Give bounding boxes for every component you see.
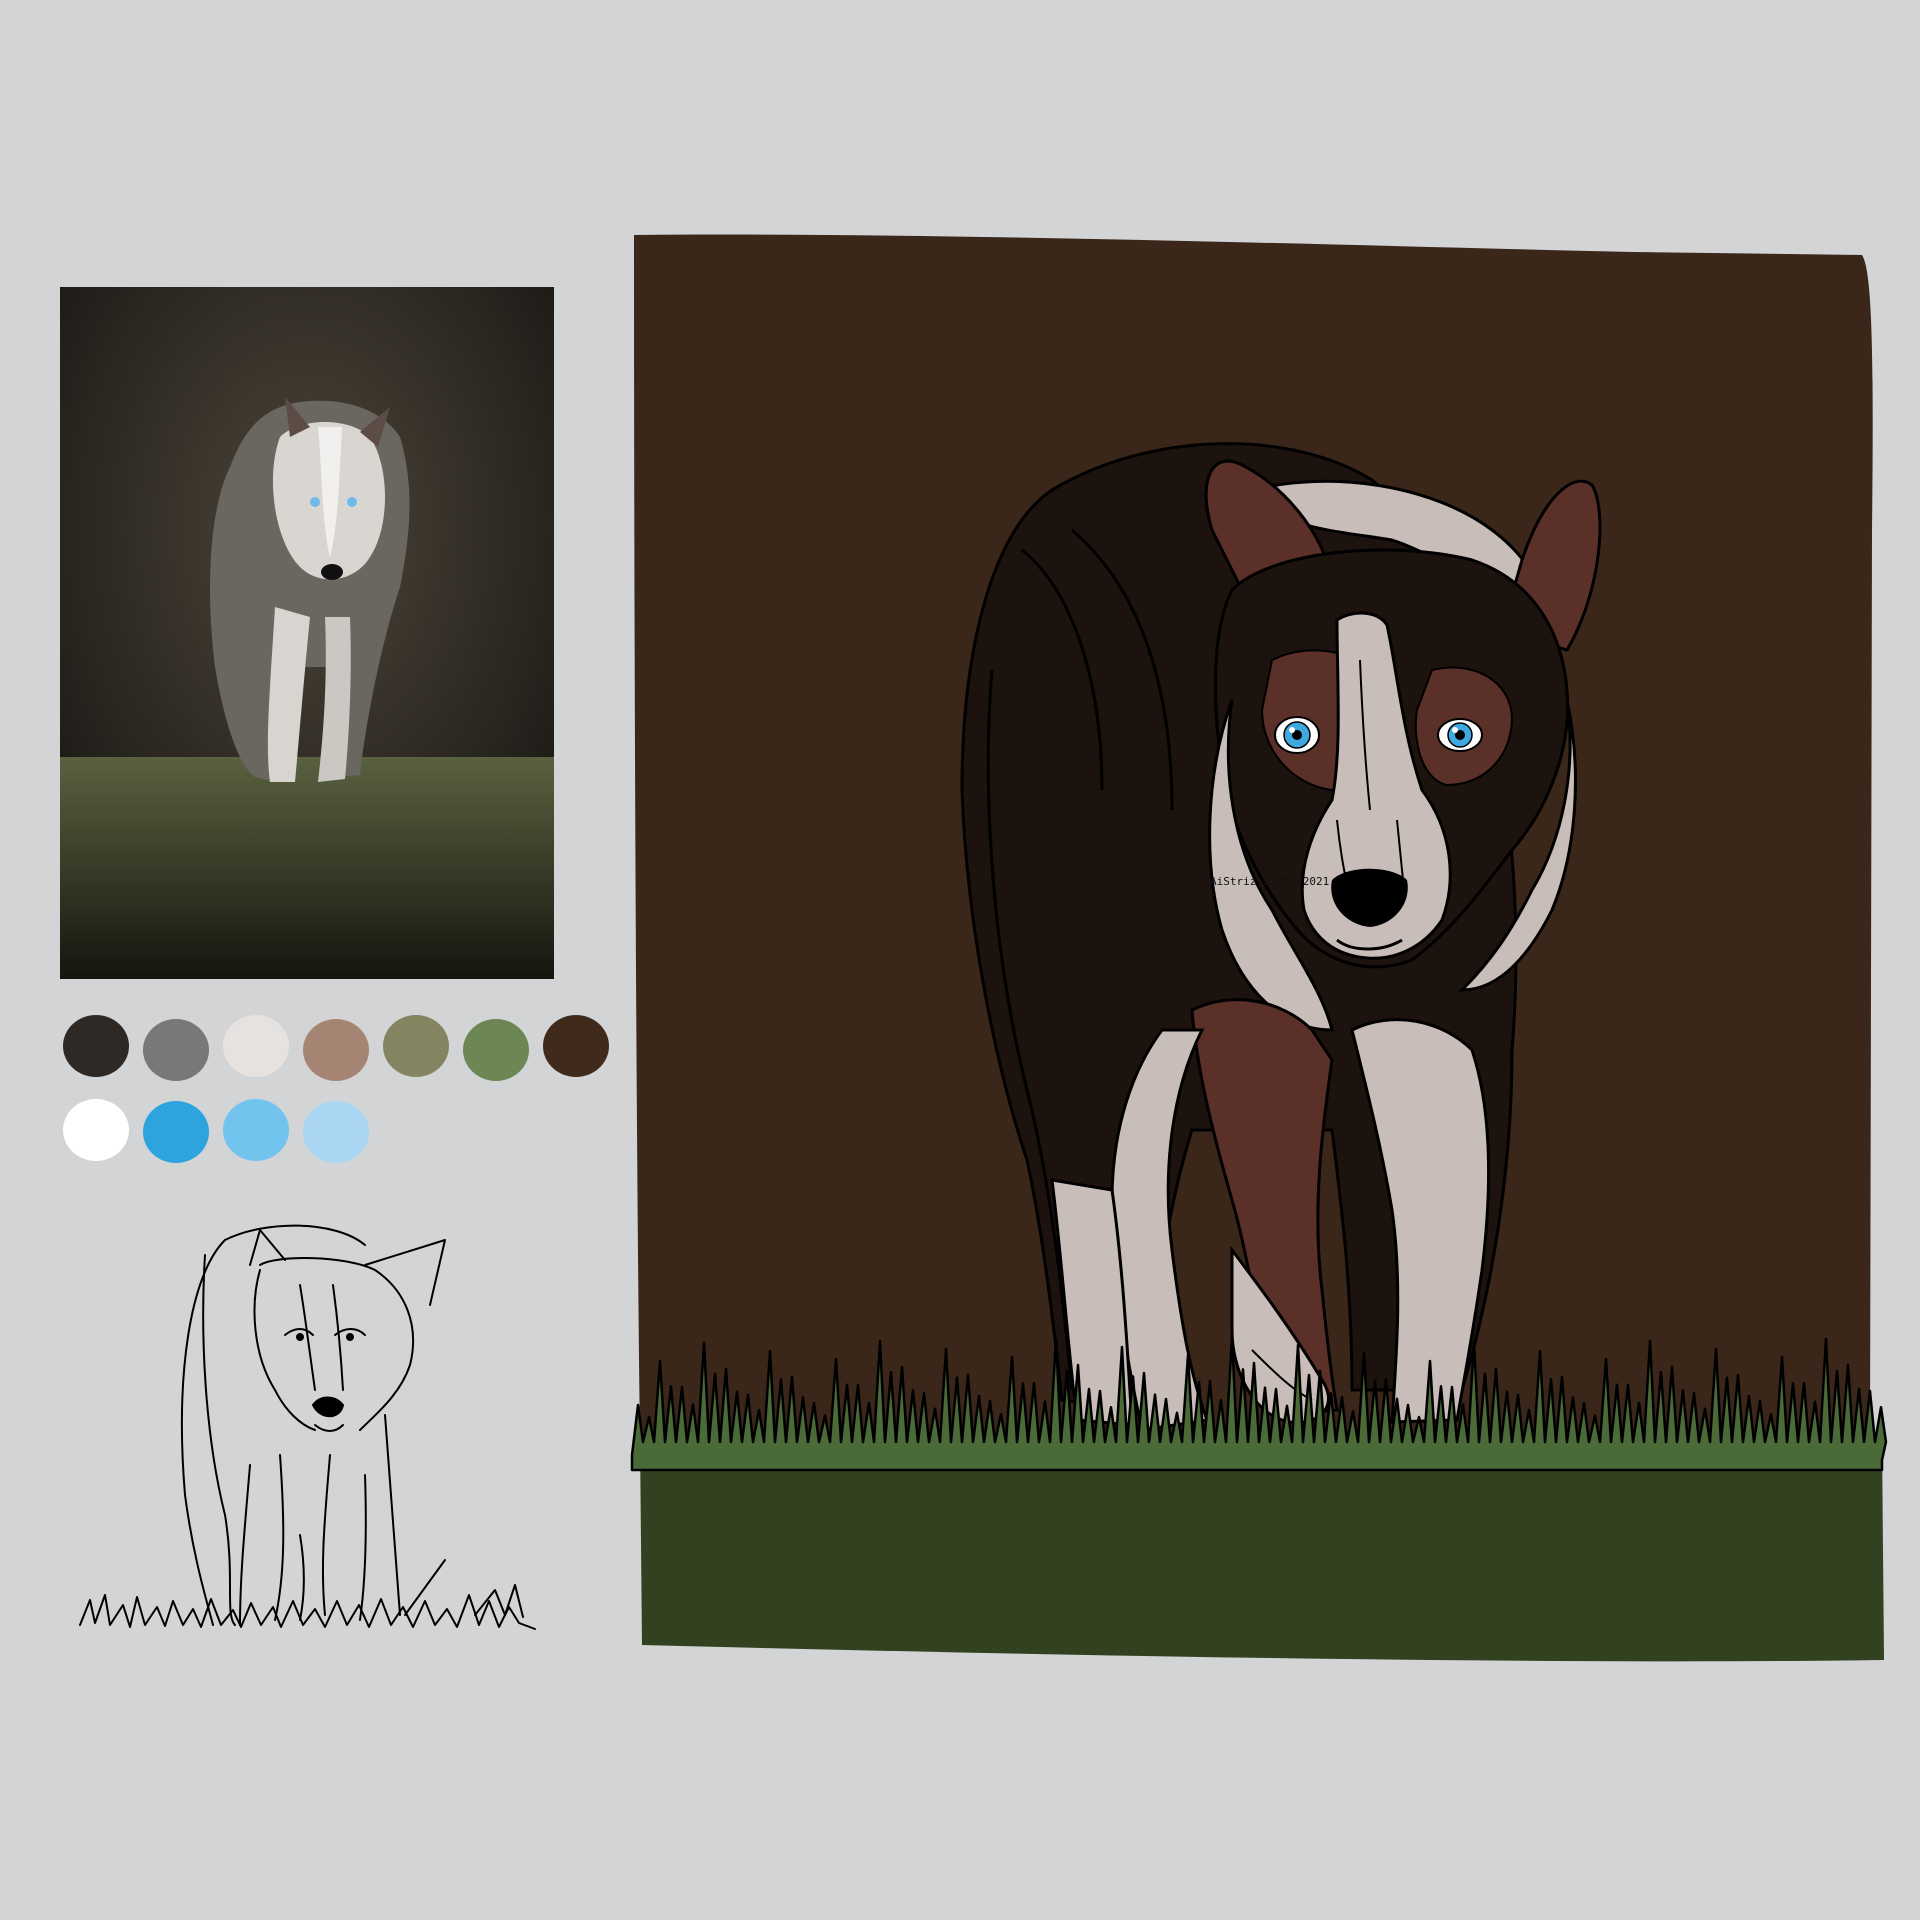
- palette-swatch: [223, 1099, 289, 1161]
- palette-swatch: [63, 1099, 129, 1161]
- palette-swatch: [143, 1101, 209, 1163]
- reference-photo: [60, 287, 554, 979]
- palette-swatch: [463, 1019, 529, 1081]
- dog-illustration: AiStriz 27/02/2021: [630, 230, 1888, 1670]
- palette-swatch: [543, 1015, 609, 1077]
- artist-signature: AiStriz 27/02/2021: [1210, 875, 1329, 888]
- color-palette: [60, 1010, 609, 1190]
- eye-icon: [1437, 718, 1483, 752]
- palette-swatch: [63, 1015, 129, 1077]
- palette-swatch: [143, 1019, 209, 1081]
- palette-swatch: [383, 1015, 449, 1077]
- palette-swatches: [63, 1015, 609, 1163]
- dog-line-sketch-icon: [79, 1224, 536, 1630]
- dog-illustration-icon: AiStriz 27/02/2021: [630, 234, 1888, 1662]
- eye-icon: [1274, 716, 1320, 754]
- palette-swatch: [303, 1101, 369, 1163]
- line-sketch: [75, 1215, 585, 1645]
- dog-photo-icon: [60, 287, 554, 979]
- palette-swatch: [303, 1019, 369, 1081]
- palette-swatch: [223, 1015, 289, 1077]
